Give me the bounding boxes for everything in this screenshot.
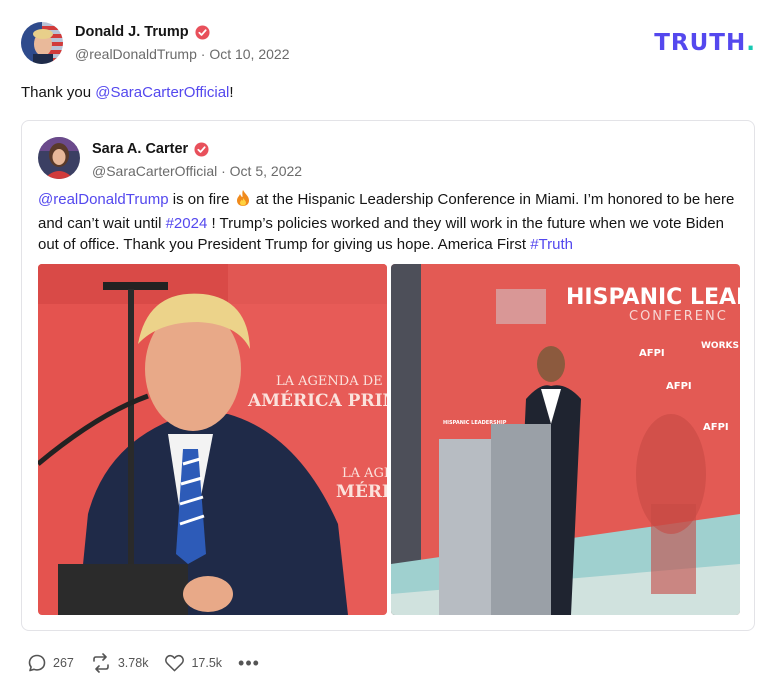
- author-name[interactable]: Donald J. Trump: [75, 24, 189, 40]
- logo-text: TRUTH: [654, 30, 747, 56]
- meta-separator: ·: [200, 46, 206, 62]
- post-text-suffix: !: [229, 84, 234, 101]
- stage-banner-subtitle: CONFERENC: [629, 309, 728, 324]
- meta-separator: ·: [221, 163, 226, 179]
- retruth-icon: [90, 653, 112, 673]
- more-icon: •••: [238, 653, 260, 673]
- truth-logo[interactable]: TRUTH.: [654, 30, 756, 56]
- reply-button[interactable]: 267: [27, 653, 74, 673]
- verified-icon: [195, 24, 210, 40]
- banner-text-3: LA AGEN: [342, 466, 387, 481]
- reply-icon: [27, 653, 47, 673]
- author-handle[interactable]: @realDonaldTrump: [75, 46, 197, 62]
- photo-speaker-podium[interactable]: LA AGENDA DE AMÉRICA PRIMERO LA AGEN MÉR…: [38, 264, 387, 615]
- retruth-count: 3.78k: [117, 656, 149, 670]
- like-count: 17.5k: [191, 656, 223, 670]
- retruth-button[interactable]: 3.78k: [90, 653, 149, 673]
- post-card: Donald J. Trump @realDonaldTrump · Oct 1…: [0, 0, 777, 694]
- hashtag-2024-link[interactable]: #2024: [166, 215, 208, 232]
- afpi-logo-1: AFPI: [639, 348, 665, 359]
- quoted-author-avatar[interactable]: [38, 137, 80, 179]
- stage-banner-title: HISPANIC LEAD: [566, 285, 740, 310]
- quoted-post[interactable]: Sara A. Carter @SaraCarterOfficial · Oct…: [21, 120, 755, 631]
- post-text: Thank you @SaraCarterOfficial!: [21, 84, 234, 101]
- reply-count: 267: [53, 656, 74, 670]
- banner-text-1: LA AGENDA DE: [276, 374, 383, 389]
- author-block: Donald J. Trump @realDonaldTrump · Oct 1…: [75, 22, 289, 64]
- post-date[interactable]: Oct 10, 2022: [209, 46, 289, 62]
- quoted-text-1: is on fire: [168, 191, 234, 208]
- post-text-prefix: Thank you: [21, 84, 96, 101]
- heart-icon: [164, 653, 185, 673]
- quoted-author-name[interactable]: Sara A. Carter: [92, 141, 188, 157]
- media-gallery: LA AGENDA DE AMÉRICA PRIMERO LA AGEN MÉR…: [38, 264, 740, 615]
- afpi-logo-3: AFPI: [703, 422, 729, 433]
- banner-text-2: AMÉRICA PRIMERO: [247, 390, 387, 411]
- banner-text-4: MÉRICA: [336, 481, 387, 502]
- quoted-post-date[interactable]: Oct 5, 2022: [230, 163, 302, 179]
- post-actions: 267 3.78k 17.5k •••: [27, 652, 276, 674]
- author-avatar[interactable]: [21, 22, 63, 64]
- hashtag-truth-link[interactable]: #Truth: [530, 236, 573, 253]
- photo-conference-stage[interactable]: HISPANIC LEAD CONFERENC AFPI WORKS AFPI …: [391, 264, 740, 615]
- more-options-button[interactable]: •••: [238, 653, 260, 673]
- works-logo: WORKS: [701, 341, 739, 351]
- like-button[interactable]: 17.5k: [164, 653, 222, 673]
- quoted-author-handle[interactable]: @SaraCarterOfficial: [92, 163, 217, 179]
- verified-icon: [194, 141, 209, 157]
- quoted-post-text: @realDonaldTrump is on fire at the Hispa…: [38, 189, 744, 255]
- fire-emoji-icon: [234, 189, 252, 213]
- afpi-logo-2: AFPI: [666, 381, 692, 392]
- quoted-author-block: Sara A. Carter @SaraCarterOfficial · Oct…: [92, 139, 302, 181]
- quoted-mention-link[interactable]: @realDonaldTrump: [38, 191, 169, 208]
- post-mention-link[interactable]: @SaraCarterOfficial: [95, 84, 229, 101]
- logo-dot: .: [746, 30, 756, 56]
